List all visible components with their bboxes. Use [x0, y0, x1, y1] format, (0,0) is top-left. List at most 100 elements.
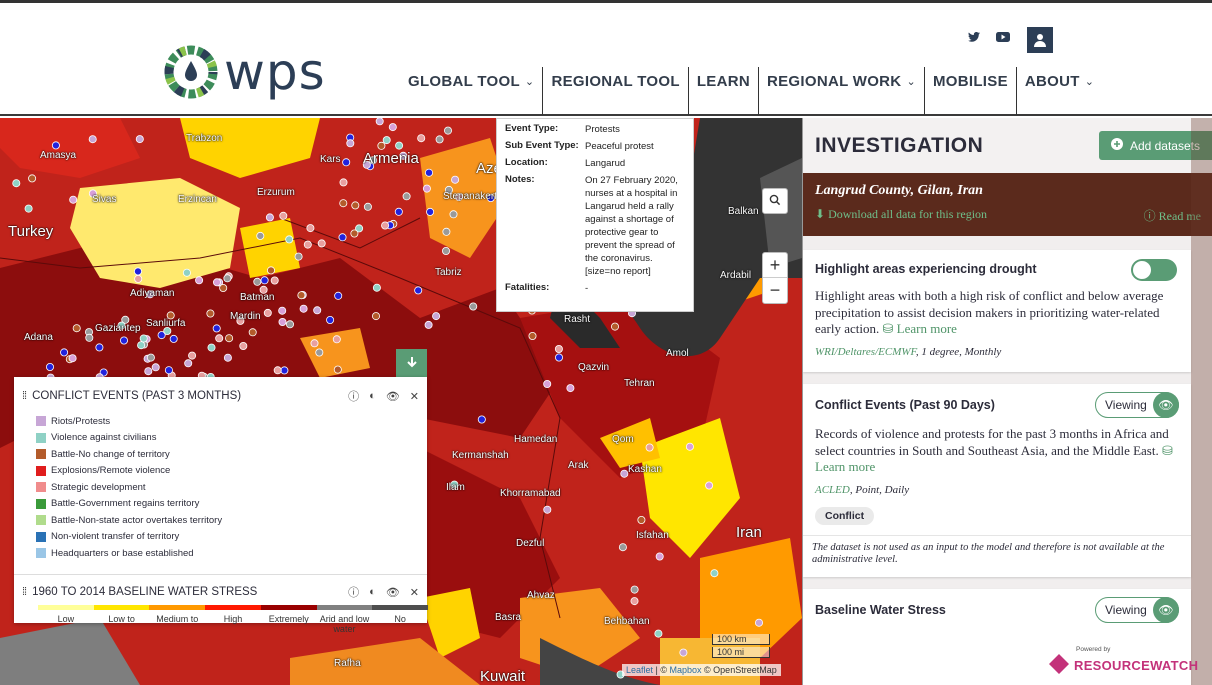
- conflict-event-marker[interactable]: [133, 267, 142, 276]
- close-icon[interactable]: ✕: [410, 390, 419, 403]
- drag-handle-icon[interactable]: ⁞⁞: [22, 390, 27, 402]
- conflict-event-marker[interactable]: [332, 335, 341, 344]
- conflict-event-marker[interactable]: [442, 227, 451, 236]
- conflict-event-marker[interactable]: [381, 221, 390, 230]
- conflict-event-marker[interactable]: [212, 324, 221, 333]
- conflict-event-marker[interactable]: [248, 328, 257, 337]
- conflict-event-marker[interactable]: [134, 274, 143, 283]
- conflict-event-marker[interactable]: [630, 585, 639, 594]
- conflict-event-marker[interactable]: [297, 291, 306, 300]
- youtube-icon[interactable]: [996, 31, 1010, 45]
- conflict-event-marker[interactable]: [28, 174, 37, 183]
- conflict-event-marker[interactable]: [120, 336, 129, 345]
- conflict-event-marker[interactable]: [68, 354, 77, 363]
- conflict-event-marker[interactable]: [88, 135, 97, 144]
- conflict-event-marker[interactable]: [334, 291, 343, 300]
- conflict-event-marker[interactable]: [212, 278, 221, 287]
- drag-handle-icon[interactable]: ⁞⁞: [22, 586, 27, 598]
- twitter-icon[interactable]: [968, 31, 980, 45]
- conflict-event-marker[interactable]: [239, 341, 248, 350]
- conflict-event-marker[interactable]: [315, 348, 324, 357]
- conflict-event-marker[interactable]: [451, 175, 460, 184]
- conflict-event-marker[interactable]: [285, 320, 294, 329]
- conflict-event-marker[interactable]: [755, 618, 764, 627]
- conflict-event-marker[interactable]: [184, 359, 193, 368]
- conflict-event-marker[interactable]: [449, 210, 458, 219]
- eye-icon[interactable]: 👁: [386, 390, 400, 403]
- nav-item-learn[interactable]: LEARN: [689, 67, 759, 115]
- conflict-event-marker[interactable]: [263, 308, 272, 317]
- conflict-event-marker[interactable]: [317, 239, 326, 248]
- conflict-event-marker[interactable]: [654, 629, 663, 638]
- conflict-event-marker[interactable]: [443, 126, 452, 135]
- conflict-event-marker[interactable]: [223, 353, 232, 362]
- panel-scrollbar[interactable]: [1191, 118, 1212, 685]
- conflict-event-marker[interactable]: [339, 178, 348, 187]
- conflict-event-marker[interactable]: [630, 597, 639, 606]
- conflict-event-marker[interactable]: [195, 276, 204, 285]
- nav-item-mobilise[interactable]: MOBILISE: [925, 67, 1017, 115]
- conflict-event-marker[interactable]: [543, 379, 552, 388]
- conflict-event-marker[interactable]: [60, 348, 69, 357]
- nav-item-regional-work[interactable]: REGIONAL WORK ⌄: [759, 67, 925, 115]
- conflict-event-marker[interactable]: [655, 552, 664, 561]
- baseline-viewing-button[interactable]: Viewing 👁: [1095, 597, 1179, 623]
- conflict-event-marker[interactable]: [326, 315, 335, 324]
- conflict-event-marker[interactable]: [402, 192, 411, 201]
- legend-collapse-button[interactable]: [396, 349, 427, 377]
- download-region-link[interactable]: ⬇ Download all data for this region: [815, 207, 987, 224]
- conflict-event-marker[interactable]: [265, 213, 274, 222]
- conflict-event-marker[interactable]: [363, 202, 372, 211]
- conflict-event-marker[interactable]: [528, 331, 537, 340]
- opacity-icon[interactable]: ◐: [369, 390, 376, 402]
- conflict-event-marker[interactable]: [24, 204, 33, 213]
- conflict-event-marker[interactable]: [278, 306, 287, 315]
- conflict-event-marker[interactable]: [310, 339, 319, 348]
- conflict-event-marker[interactable]: [645, 443, 654, 452]
- conflict-event-marker[interactable]: [285, 235, 294, 244]
- conflict-event-marker[interactable]: [270, 276, 279, 285]
- conflict-event-marker[interactable]: [303, 240, 312, 249]
- conflict-event-marker[interactable]: [72, 324, 81, 333]
- conflict-event-marker[interactable]: [441, 246, 450, 255]
- conflict-event-marker[interactable]: [620, 469, 629, 478]
- user-icon[interactable]: [1027, 27, 1053, 53]
- conflict-event-marker[interactable]: [223, 274, 232, 283]
- conflict-event-marker[interactable]: [388, 123, 397, 132]
- drought-source-name[interactable]: WRI/Deltares/ECMWF: [815, 346, 916, 358]
- conflict-event-marker[interactable]: [253, 277, 262, 286]
- conflict-event-marker[interactable]: [266, 266, 275, 275]
- powered-by-resourcewatch[interactable]: Powered by RESOURCEWATCH: [1048, 646, 1198, 678]
- conflict-event-marker[interactable]: [144, 367, 153, 376]
- conflict-event-marker[interactable]: [169, 334, 178, 343]
- conflict-event-marker[interactable]: [555, 353, 564, 362]
- conflict-event-marker[interactable]: [710, 569, 719, 578]
- conflict-event-marker[interactable]: [477, 415, 486, 424]
- nav-item-about[interactable]: ABOUT ⌄: [1017, 67, 1102, 115]
- conflict-event-marker[interactable]: [424, 320, 433, 329]
- zoom-in-button[interactable]: +: [763, 253, 787, 278]
- conflict-event-marker[interactable]: [215, 334, 224, 343]
- conflict-source-name[interactable]: ACLED: [815, 484, 850, 496]
- info-icon[interactable]: ⓘ: [348, 584, 359, 600]
- conflict-event-marker[interactable]: [225, 334, 234, 343]
- conflict-event-marker[interactable]: [219, 283, 228, 292]
- conflict-event-marker[interactable]: [95, 343, 104, 352]
- info-icon[interactable]: ⓘ: [348, 388, 359, 404]
- conflict-event-marker[interactable]: [188, 351, 197, 360]
- conflict-event-marker[interactable]: [342, 158, 351, 167]
- conflict-event-marker[interactable]: [382, 136, 391, 145]
- conflict-event-marker[interactable]: [435, 135, 444, 144]
- conflict-event-marker[interactable]: [182, 268, 191, 277]
- conflict-event-marker[interactable]: [135, 135, 144, 144]
- conflict-viewing-button[interactable]: Viewing 👁: [1095, 392, 1179, 418]
- opacity-icon[interactable]: ◐: [369, 586, 376, 598]
- conflict-event-marker[interactable]: [280, 366, 289, 375]
- conflict-event-marker[interactable]: [611, 322, 620, 331]
- conflict-event-marker[interactable]: [164, 366, 173, 375]
- conflict-event-marker[interactable]: [313, 306, 322, 315]
- conflict-event-marker[interactable]: [46, 362, 55, 371]
- conflict-event-marker[interactable]: [85, 333, 94, 342]
- conflict-event-marker[interactable]: [146, 353, 155, 362]
- conflict-event-marker[interactable]: [432, 312, 441, 321]
